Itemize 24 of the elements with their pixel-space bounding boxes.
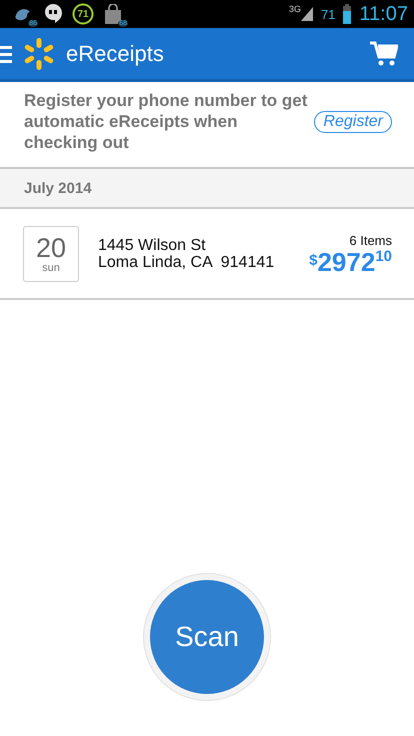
cart-icon[interactable] [370, 40, 398, 66]
clock: 11:07 [359, 2, 408, 26]
ring-count: 71 [77, 8, 89, 20]
month-header: July 2014 [0, 169, 414, 209]
weekday: sun [42, 262, 60, 274]
app-title: eReceipts [66, 40, 164, 66]
day-number: 20 [36, 234, 66, 262]
register-prompt: Register your phone number to get automatic eReceipts when checking out [24, 90, 308, 153]
chat-icon [43, 3, 63, 25]
item-count: 6 Items [349, 232, 392, 248]
scan-button[interactable]: Scan [150, 580, 264, 694]
store-city: Loma Linda, CA 914141 [98, 254, 276, 271]
currency-symbol: $ [309, 252, 318, 268]
spark-logo-icon [22, 36, 56, 70]
battery-icon [343, 4, 352, 24]
ring-icon [72, 3, 94, 25]
network-type: 3G [288, 4, 301, 14]
receipt-cents: 10 [375, 248, 392, 264]
signal-icon [300, 7, 313, 21]
bird-icon [14, 6, 32, 22]
receipt-total: 2972 [317, 248, 376, 276]
store-address: 1445 Wilson St [98, 237, 207, 254]
register-button[interactable]: Register [314, 110, 392, 132]
battery-level: 71 [320, 6, 336, 22]
